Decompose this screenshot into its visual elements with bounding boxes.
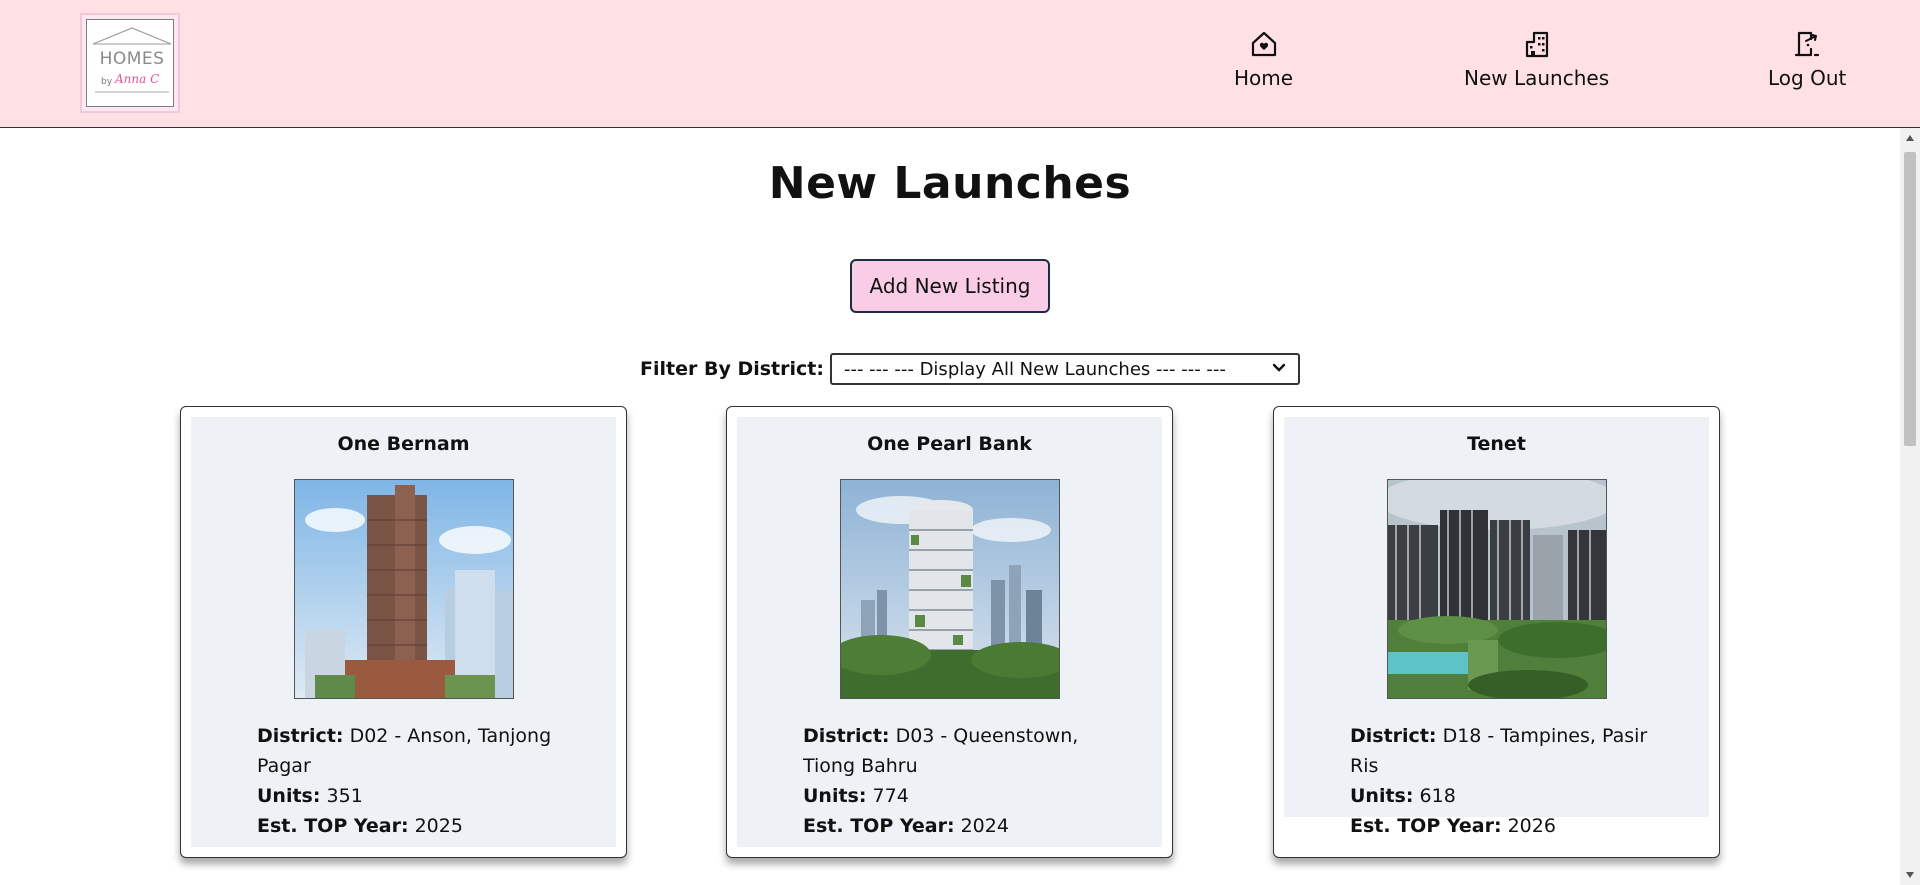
logout-door-icon <box>1791 28 1823 60</box>
listing-card-body: One Bernam District: D02 - Anson, Tanjon… <box>191 417 616 847</box>
listing-image[interactable] <box>1386 479 1607 699</box>
nav-home-label: Home <box>1234 66 1294 90</box>
nav-home[interactable]: Home <box>1234 28 1293 90</box>
listing-details: District: D03 - Queenstown, Tiong Bahru … <box>803 721 1103 841</box>
district-label: District: <box>257 725 344 747</box>
top-year-value: 2025 <box>414 815 463 837</box>
home-heart-icon <box>1248 28 1280 60</box>
nav-log-out[interactable]: Log Out <box>1768 28 1846 90</box>
filter-selected-value: --- --- --- Display All New Launches ---… <box>843 358 1226 380</box>
district-label: District: <box>1350 725 1437 747</box>
units-value: 774 <box>872 785 909 807</box>
page-title: New Launches <box>768 158 1132 209</box>
district-label: District: <box>803 725 890 747</box>
listing-card[interactable]: One Bernam District: D02 - Anson, Tanjon… <box>180 406 627 858</box>
top-year-row: Est. TOP Year: 2026 <box>1350 811 1650 841</box>
district-row: District: D18 - Tampines, Pasir Ris <box>1350 721 1650 781</box>
chevron-down-icon <box>1272 361 1286 377</box>
nav-log-out-label: Log Out <box>1768 66 1847 90</box>
district-row: District: D03 - Queenstown, Tiong Bahru <box>803 721 1103 781</box>
scroll-down-arrow-icon[interactable] <box>1900 871 1920 881</box>
units-row: Units: 774 <box>803 781 1103 811</box>
top-navbar: HOMES by Anna C Home New Launches Log Ou… <box>0 0 1920 128</box>
top-year-row: Est. TOP Year: 2025 <box>257 811 557 841</box>
listing-card-body: One Pearl Bank District: D03 - Queenstow… <box>737 417 1162 847</box>
listing-card[interactable]: Tenet District: D18 - Tampines, Pasir Ri… <box>1273 406 1720 858</box>
units-row: Units: 351 <box>257 781 557 811</box>
top-year-label: Est. TOP Year: <box>1350 815 1502 837</box>
top-year-value: 2024 <box>960 815 1009 837</box>
top-year-row: Est. TOP Year: 2024 <box>803 811 1103 841</box>
scroll-thumb[interactable] <box>1904 152 1916 446</box>
svg-text:Anna C: Anna C <box>114 72 159 86</box>
units-row: Units: 618 <box>1350 781 1650 811</box>
add-new-listing-button[interactable]: Add New Listing <box>850 259 1050 313</box>
units-value: 618 <box>1419 785 1456 807</box>
units-label: Units: <box>257 785 321 807</box>
units-value: 351 <box>326 785 363 807</box>
logo-box: HOMES by Anna C <box>86 19 174 107</box>
nav-new-launches[interactable]: New Launches <box>1464 28 1609 90</box>
listing-name: One Bernam <box>337 433 470 455</box>
filter-label: Filter By District: <box>640 358 824 380</box>
listing-image[interactable] <box>293 479 514 699</box>
district-row: District: D02 - Anson, Tanjong Pagar <box>257 721 557 781</box>
units-label: Units: <box>1350 785 1414 807</box>
units-label: Units: <box>803 785 867 807</box>
listing-image[interactable] <box>839 479 1060 699</box>
nav-new-launches-label: New Launches <box>1464 66 1610 90</box>
top-year-label: Est. TOP Year: <box>257 815 409 837</box>
brand-logo[interactable]: HOMES by Anna C <box>80 13 180 113</box>
listing-details: District: D18 - Tampines, Pasir Ris Unit… <box>1350 721 1650 841</box>
svg-text:HOMES: HOMES <box>100 49 165 69</box>
listing-details: District: D02 - Anson, Tanjong Pagar Uni… <box>257 721 557 841</box>
scroll-up-arrow-icon[interactable] <box>1900 134 1920 144</box>
listing-card[interactable]: One Pearl Bank District: D03 - Queenstow… <box>726 406 1173 858</box>
listing-name: One Pearl Bank <box>867 433 1032 455</box>
building-icon <box>1521 28 1553 60</box>
svg-text:by: by <box>101 77 113 87</box>
page-scrollbar[interactable] <box>1900 128 1920 885</box>
top-year-value: 2026 <box>1507 815 1556 837</box>
district-filter: Filter By District: --- --- --- Display … <box>640 353 1300 385</box>
listing-card-body: Tenet District: D18 - Tampines, Pasir Ri… <box>1284 417 1709 837</box>
top-year-label: Est. TOP Year: <box>803 815 955 837</box>
listing-name: Tenet <box>1467 433 1526 455</box>
district-filter-select[interactable]: --- --- --- Display All New Launches ---… <box>829 353 1300 385</box>
